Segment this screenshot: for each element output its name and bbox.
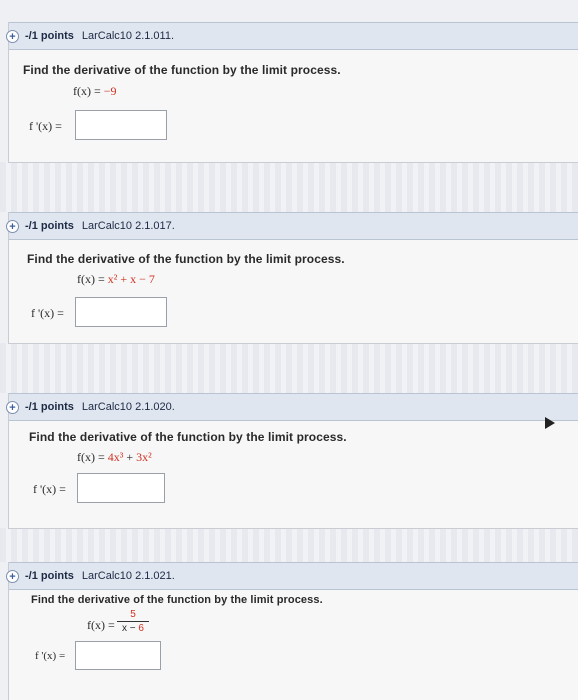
plus-circle-icon[interactable]: + <box>6 29 19 43</box>
question-prompt: Find the derivative of the function by t… <box>29 430 347 444</box>
question-header: + -/1 points LarCalc10 2.1.011. <box>6 22 578 50</box>
denominator-const: 6 <box>138 623 144 634</box>
function-fraction: 5 x − 6 <box>117 609 149 634</box>
function-plus: + <box>123 450 137 464</box>
plus-circle-icon[interactable]: + <box>6 400 19 414</box>
fraction-denominator: x − 6 <box>117 623 149 634</box>
question-card: + -/1 points LarCalc10 2.1.011. Find the… <box>6 22 578 163</box>
question-header: + -/1 points LarCalc10 2.1.017. <box>6 212 578 240</box>
gap-3 <box>0 528 578 562</box>
function-definition: f(x) = −9 <box>73 84 117 99</box>
question-id: LarCalc10 2.1.021. <box>81 570 175 582</box>
points-label: -/1 points <box>25 401 74 413</box>
function-definition: f(x) = 4x³ + 3x² <box>77 450 152 465</box>
question-card: + -/1 points LarCalc10 2.1.017. Find the… <box>6 212 578 344</box>
function-lhs: f(x) = <box>77 272 108 286</box>
function-term-a: 4x³ <box>107 450 124 464</box>
answer-input[interactable] <box>75 110 167 140</box>
answer-label: f '(x) = <box>35 650 66 662</box>
points-label: -/1 points <box>25 220 74 232</box>
question-id: LarCalc10 2.1.017. <box>81 220 175 232</box>
question-header: + -/1 points LarCalc10 2.1.020. <box>6 393 578 421</box>
question-prompt: Find the derivative of the function by t… <box>23 63 341 77</box>
question-prompt: Find the derivative of the function by t… <box>31 594 323 606</box>
points-label: -/1 points <box>25 30 74 42</box>
function-rhs: x² + x − 7 <box>107 272 155 286</box>
function-term-b: 3x² <box>136 450 152 464</box>
gap-1 <box>0 162 578 212</box>
function-lhs: f(x) = <box>87 618 115 632</box>
plus-circle-icon[interactable]: + <box>6 569 19 583</box>
question-header: + -/1 points LarCalc10 2.1.021. <box>6 562 578 590</box>
answer-input[interactable] <box>77 473 165 503</box>
question-card: + -/1 points LarCalc10 2.1.020. Find the… <box>6 393 578 529</box>
function-lhs: f(x) = <box>77 450 108 464</box>
function-rhs: −9 <box>103 84 117 98</box>
question-id: LarCalc10 2.1.011. <box>81 30 175 42</box>
answer-label: f '(x) = <box>31 306 64 320</box>
answer-label: f '(x) = <box>33 482 66 496</box>
answer-label: f '(x) = <box>29 119 62 133</box>
answer-input[interactable] <box>75 297 167 327</box>
plus-circle-icon[interactable]: + <box>6 219 19 233</box>
function-lhs: f(x) = <box>73 84 104 98</box>
question-prompt: Find the derivative of the function by t… <box>27 252 345 266</box>
gap-2 <box>0 343 578 393</box>
points-label: -/1 points <box>25 570 74 582</box>
function-definition: f(x) = x² + x − 7 <box>77 272 155 287</box>
fraction-bar <box>117 621 149 622</box>
fraction-numerator: 5 <box>130 609 136 620</box>
answer-input[interactable] <box>75 641 161 670</box>
denominator-var: x − <box>122 623 139 634</box>
question-card: + -/1 points LarCalc10 2.1.021. Find the… <box>6 562 578 700</box>
mouse-pointer-icon <box>545 417 555 429</box>
function-definition: f(x) = <box>87 618 115 633</box>
question-id: LarCalc10 2.1.020. <box>81 401 175 413</box>
